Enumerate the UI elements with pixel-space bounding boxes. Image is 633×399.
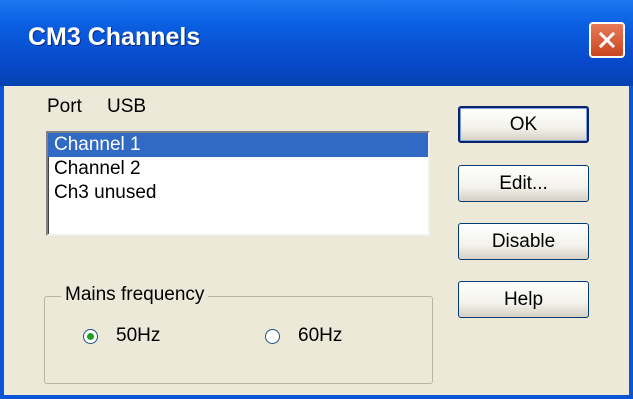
radio-50hz-label[interactable]: 50Hz: [116, 325, 160, 347]
ok-button[interactable]: OK: [458, 106, 589, 143]
help-button[interactable]: Help: [458, 281, 589, 318]
radio-50hz[interactable]: 50Hz: [83, 325, 160, 347]
dialog-window: CM3 Channels Port USB Channel 1 Channel …: [0, 0, 633, 399]
mains-frequency-group: Mains frequency 50Hz 60Hz: [44, 284, 433, 384]
disable-button[interactable]: Disable: [458, 223, 589, 260]
close-button[interactable]: [589, 22, 625, 58]
mains-frequency-label: Mains frequency: [61, 284, 209, 306]
channel-list-item[interactable]: Channel 1: [48, 133, 428, 157]
port-label: Port: [47, 96, 82, 117]
title-bar[interactable]: CM3 Channels: [0, 0, 633, 86]
edit-button[interactable]: Edit...: [458, 165, 589, 202]
radio-60hz-label[interactable]: 60Hz: [298, 325, 342, 347]
radio-60hz[interactable]: 60Hz: [265, 325, 342, 347]
channel-list-item[interactable]: Channel 2: [48, 157, 428, 181]
channel-listbox[interactable]: Channel 1 Channel 2 Ch3 unused: [46, 131, 430, 236]
close-icon: [598, 31, 616, 49]
dialog-body: Port USB Channel 1 Channel 2 Ch3 unused …: [4, 86, 629, 395]
channel-list-item[interactable]: Ch3 unused: [48, 181, 428, 205]
port-value: USB: [107, 96, 147, 117]
radio-60hz-button[interactable]: [265, 328, 280, 344]
radio-50hz-button[interactable]: [83, 328, 98, 344]
window-title: CM3 Channels: [28, 23, 201, 51]
